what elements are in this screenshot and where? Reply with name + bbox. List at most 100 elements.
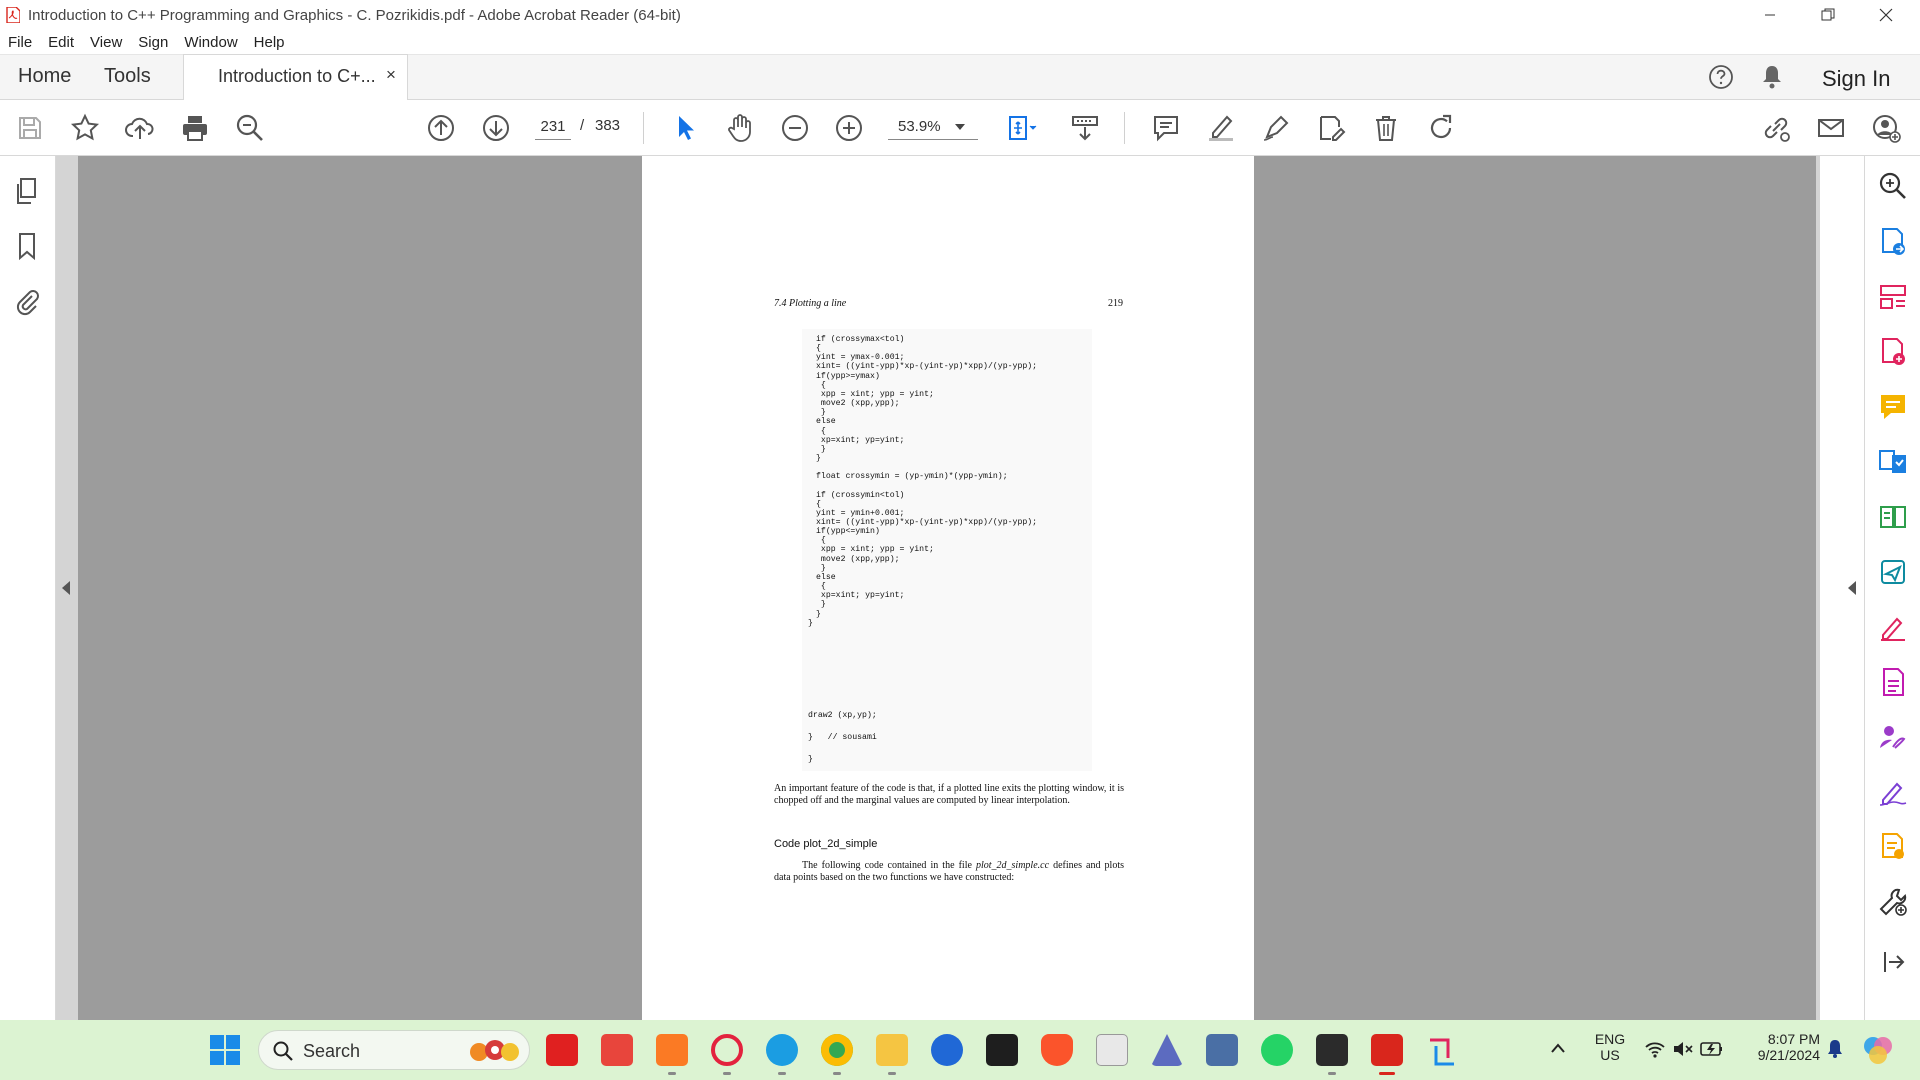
highlight-button[interactable] — [1203, 110, 1239, 146]
acrobat-file-icon — [6, 7, 20, 23]
draw-button[interactable] — [1258, 110, 1294, 146]
menu-file[interactable]: File — [8, 34, 32, 51]
zoom-search-icon[interactable] — [1877, 170, 1909, 202]
fit-page-icon — [1009, 116, 1037, 140]
volume-muted-icon[interactable] — [1672, 1040, 1694, 1058]
document-form-icon[interactable] — [1877, 666, 1909, 698]
restore-button[interactable] — [1800, 0, 1856, 30]
taskbar-search-box[interactable]: Search — [258, 1030, 530, 1070]
sign-in-button[interactable]: Sign In — [1822, 66, 1891, 92]
tab-tools[interactable]: Tools — [104, 65, 151, 88]
taskbar-opera-icon[interactable] — [711, 1034, 743, 1066]
taskbar-sticky-notes-icon[interactable] — [986, 1034, 1018, 1066]
menu-help[interactable]: Help — [254, 34, 285, 51]
help-icon[interactable] — [1708, 64, 1734, 90]
taskbar-thunderbird-icon[interactable] — [931, 1034, 963, 1066]
clock[interactable]: 8:07 PM 9/21/2024 — [1748, 1031, 1820, 1063]
taskbar-brave-icon[interactable] — [1041, 1034, 1073, 1066]
code-line: { — [816, 499, 821, 509]
taskbar-snipping-tool-icon[interactable] — [1426, 1034, 1458, 1066]
zoom-in-button[interactable] — [831, 110, 867, 146]
close-tab-button[interactable]: × — [386, 65, 396, 85]
add-user-button[interactable] — [1868, 110, 1904, 146]
rotate-button[interactable] — [1423, 110, 1459, 146]
chevron-down-icon[interactable] — [955, 124, 965, 130]
page-number: 219 — [1108, 298, 1123, 309]
save-button[interactable] — [12, 110, 48, 146]
taskbar-xampp-icon[interactable] — [656, 1034, 688, 1066]
notifications-bell-icon[interactable] — [1760, 64, 1784, 90]
code-line: else — [816, 572, 836, 582]
expand-right-pane-icon[interactable] — [1848, 581, 1856, 595]
taskbar-file-explorer-icon[interactable] — [876, 1034, 908, 1066]
taskbar-sublime-text-icon[interactable] — [1316, 1034, 1348, 1066]
page-number-input[interactable]: 231 — [535, 114, 571, 140]
code-line: xp=xint; yp=yint; — [816, 591, 905, 601]
fill-sign-icon[interactable] — [1877, 611, 1909, 643]
minimize-button[interactable] — [1742, 0, 1798, 30]
tab-document[interactable]: Introduction to C+... × — [183, 54, 408, 101]
export-pdf-icon[interactable] — [1877, 226, 1909, 258]
taskbar-chrome-icon[interactable] — [821, 1034, 853, 1066]
windows-taskbar: Search ENG US 8:07 PM 9/21/2024 — [0, 1020, 1920, 1080]
toolbar-divider — [1124, 112, 1125, 144]
collapse-tools-pane-icon[interactable] — [1877, 946, 1909, 978]
taskbar-php-icon[interactable] — [1206, 1034, 1238, 1066]
copilot-icon[interactable] — [1862, 1034, 1894, 1066]
windows-start-icon[interactable] — [209, 1034, 241, 1066]
battery-charging-icon[interactable] — [1700, 1040, 1724, 1058]
taskbar-edge-icon[interactable] — [766, 1034, 798, 1066]
share-link-button[interactable] — [1758, 110, 1794, 146]
stamp-certificate-icon[interactable] — [1877, 831, 1909, 863]
signature-pen-icon[interactable] — [1877, 776, 1909, 808]
taskbar-anydesk-icon[interactable] — [601, 1034, 633, 1066]
collapse-left-pane-icon[interactable] — [62, 581, 70, 595]
menu-sign[interactable]: Sign — [138, 34, 168, 51]
bookmarks-icon[interactable] — [12, 231, 42, 261]
clock-time: 8:07 PM — [1767, 1031, 1820, 1047]
attachments-paperclip-icon[interactable] — [12, 286, 42, 316]
close-window-button[interactable] — [1858, 0, 1914, 30]
chevron-up-icon[interactable] — [1550, 1042, 1566, 1054]
select-tool-button[interactable] — [667, 110, 703, 146]
page-thumbnails-icon[interactable] — [12, 176, 42, 206]
email-button[interactable] — [1813, 110, 1849, 146]
scan-ocr-icon[interactable] — [1877, 501, 1909, 533]
wifi-icon[interactable] — [1644, 1040, 1666, 1058]
create-pdf-icon[interactable] — [1877, 336, 1909, 368]
taskbar-notepad-icon[interactable] — [1096, 1034, 1128, 1066]
menu-edit[interactable]: Edit — [48, 34, 74, 51]
main-toolbar: 231 / 383 53.9% — [0, 100, 1920, 156]
bookmark-star-button[interactable] — [67, 110, 103, 146]
comment-tool-icon[interactable] — [1877, 391, 1909, 423]
fit-page-button[interactable] — [1000, 110, 1044, 146]
menu-view[interactable]: View — [90, 34, 122, 51]
previous-page-button[interactable] — [423, 110, 459, 146]
taskbar-geogebra-icon[interactable] — [1151, 1034, 1183, 1066]
menu-window[interactable]: Window — [184, 34, 237, 51]
next-page-button[interactable] — [478, 110, 514, 146]
notification-bell-icon[interactable] — [1826, 1039, 1844, 1059]
language-indicator[interactable]: ENG US — [1592, 1031, 1628, 1063]
send-for-review-icon[interactable] — [1877, 556, 1909, 588]
comment-button[interactable] — [1148, 110, 1184, 146]
clock-date: 9/21/2024 — [1757, 1047, 1820, 1063]
scroll-mode-button[interactable] — [1067, 110, 1103, 146]
more-tools-wrench-icon[interactable] — [1877, 886, 1909, 918]
upload-cloud-button[interactable] — [122, 110, 158, 146]
taskbar-acrobat-icon[interactable] — [1371, 1034, 1403, 1066]
combine-files-icon[interactable] — [1877, 446, 1909, 478]
edit-text-button[interactable] — [1313, 110, 1349, 146]
hand-tool-button[interactable] — [722, 110, 758, 146]
delete-button[interactable] — [1368, 110, 1404, 146]
tab-home[interactable]: Home — [18, 65, 71, 88]
request-signature-icon[interactable] — [1877, 721, 1909, 753]
organize-pages-icon[interactable] — [1877, 281, 1909, 313]
print-button[interactable] — [177, 110, 213, 146]
running-indicator — [888, 1072, 896, 1075]
taskbar-app-red-icon[interactable] — [546, 1034, 578, 1066]
code-line: xpp = xint; ypp = yint; — [816, 545, 934, 555]
find-button[interactable] — [232, 110, 268, 146]
taskbar-whatsapp-icon[interactable] — [1261, 1034, 1293, 1066]
zoom-out-button[interactable] — [777, 110, 813, 146]
